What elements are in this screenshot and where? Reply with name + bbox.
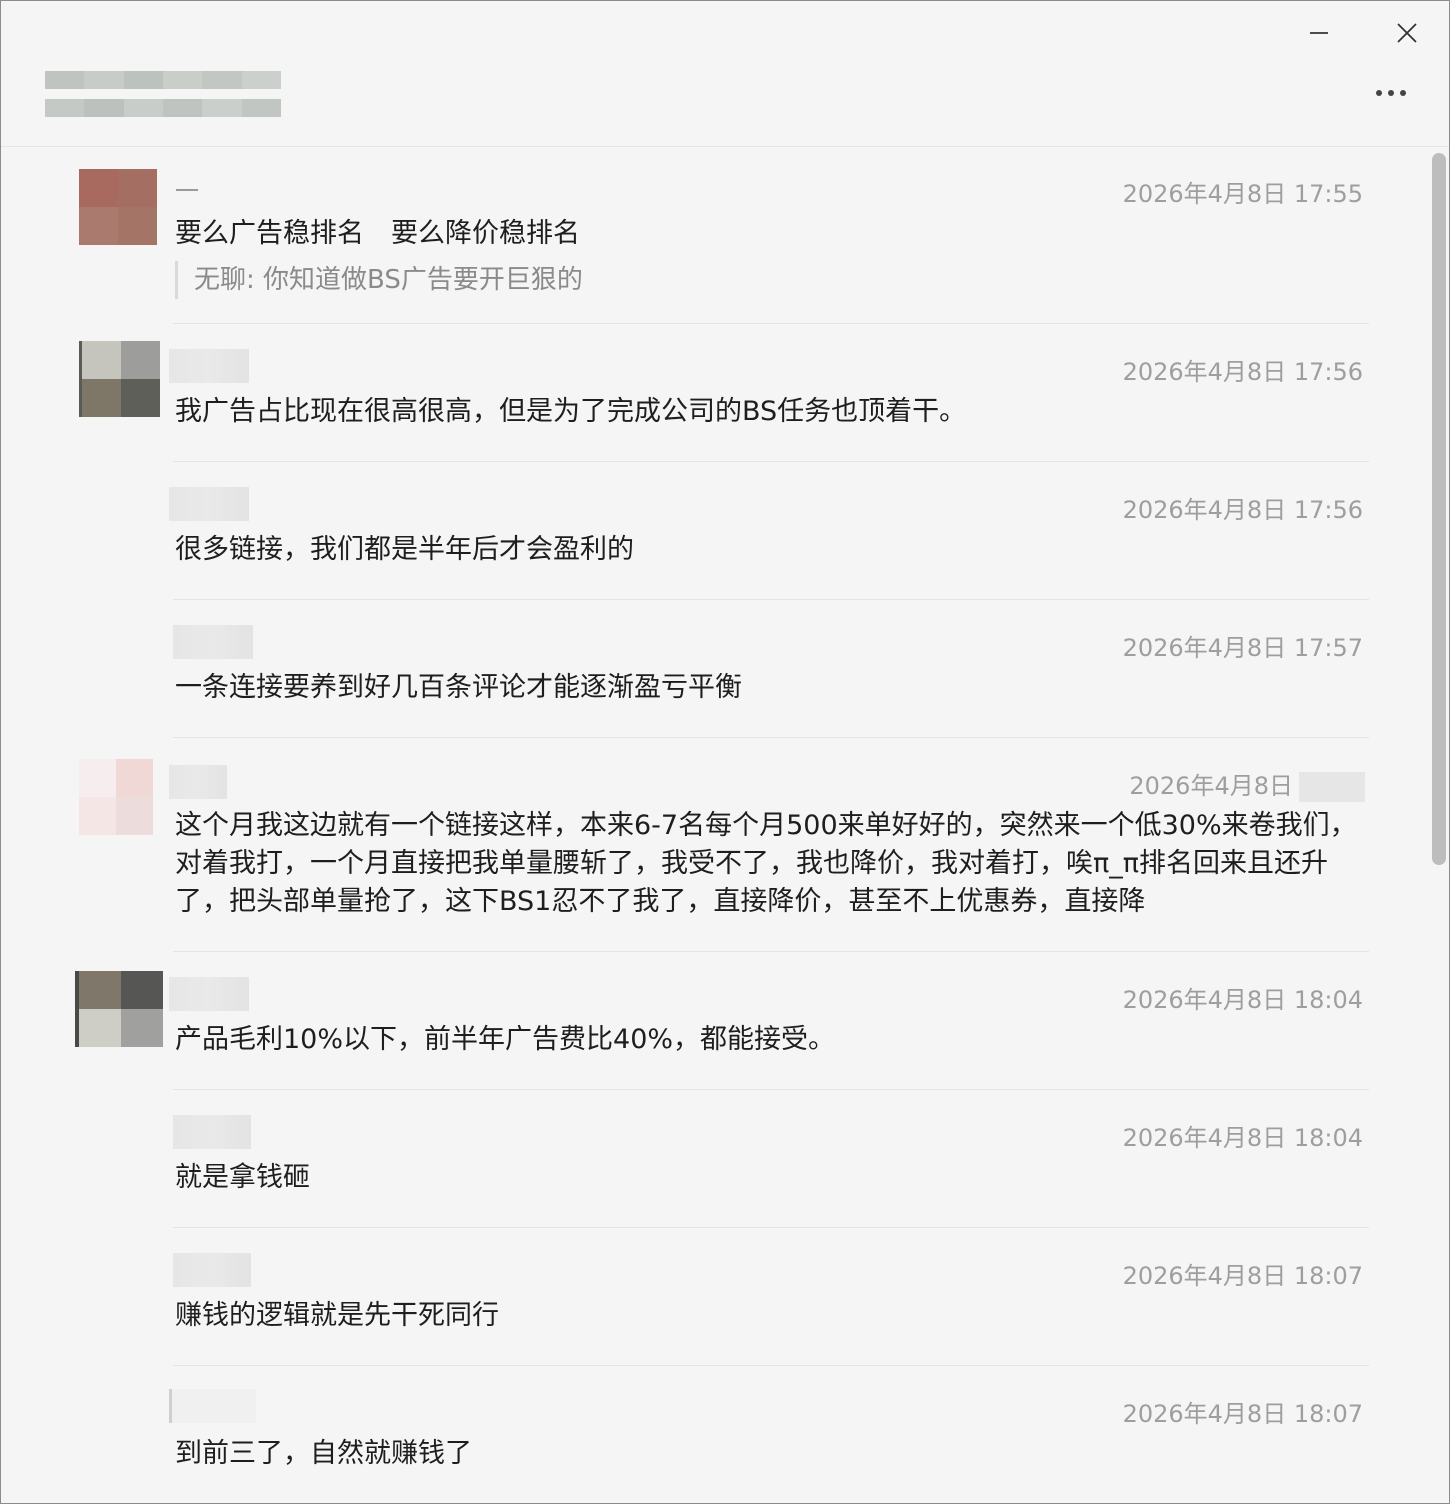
message-text: 赚钱的逻辑就是先干死同行	[175, 1300, 499, 1331]
avatar[interactable]	[75, 971, 163, 1047]
message-list[interactable]: 一 2026年4月8日 17:55 要么广告稳排名 要么降价稳排名 无聊: 你知…	[1, 147, 1431, 1503]
minimize-icon	[1310, 32, 1328, 34]
avatar[interactable]	[79, 341, 160, 417]
minimize-button[interactable]	[1301, 15, 1337, 51]
blurred-sender-name	[169, 349, 249, 383]
divider	[173, 1227, 1369, 1228]
divider	[173, 737, 1369, 738]
message-time: 2026年4月8日 17:57	[1122, 634, 1363, 662]
more-options-button[interactable]	[1365, 73, 1417, 113]
message-time: 2026年4月8日 18:07	[1122, 1262, 1363, 1290]
avatar[interactable]	[79, 759, 153, 835]
blurred-sender-name	[173, 625, 253, 659]
blurred-sender-name	[169, 977, 249, 1011]
message-text: 一条连接要养到好几百条评论才能逐渐盈亏平衡	[175, 672, 742, 703]
message-time: 2026年4月8日 17:56	[1122, 358, 1363, 386]
message-text: 很多链接，我们都是半年后才会盈利的	[175, 534, 634, 565]
title-bar	[1, 1, 1449, 147]
divider	[173, 323, 1369, 324]
message-time: 2026年4月8日 18:04	[1122, 1124, 1363, 1152]
divider	[173, 1089, 1369, 1090]
more-icon	[1376, 90, 1406, 96]
sender-name: 一	[175, 177, 199, 205]
message-text: 到前三了，自然就赚钱了	[175, 1438, 472, 1469]
message-text: 我广告占比现在很高很高，但是为了完成公司的BS任务也顶着干。	[175, 396, 967, 427]
blurred-time	[1299, 772, 1365, 802]
scrollbar-thumb[interactable]	[1432, 153, 1446, 865]
divider	[173, 1365, 1369, 1366]
message-time-row: 2026年4月8日	[1129, 766, 1365, 802]
message-time: 2026年4月8日 17:55	[1122, 180, 1363, 208]
message-time: 2026年4月8日 18:07	[1122, 1400, 1363, 1428]
avatar[interactable]	[79, 169, 157, 245]
vertical-scrollbar[interactable]	[1431, 149, 1449, 1503]
divider	[173, 461, 1369, 462]
blurred-sender-name	[169, 487, 249, 521]
blurred-sender-name	[173, 1115, 251, 1149]
message-time: 2026年4月8日	[1129, 772, 1293, 800]
divider	[173, 599, 1369, 600]
blurred-chat-title	[45, 71, 281, 117]
message-text: 就是拿钱砸	[175, 1162, 310, 1193]
blurred-sender-name	[169, 1389, 256, 1423]
divider	[173, 951, 1369, 952]
quoted-message[interactable]: 无聊: 你知道做BS广告要开巨狠的	[175, 261, 583, 299]
close-button[interactable]	[1389, 15, 1425, 51]
message-text: 这个月我这边就有一个链接这样，本来6-7名每个月500来单好好的，突然来一个低3…	[175, 810, 1357, 917]
close-icon	[1397, 23, 1417, 43]
message-text: 产品毛利10%以下，前半年广告费比40%，都能接受。	[175, 1024, 836, 1055]
chat-history-window: 一 2026年4月8日 17:55 要么广告稳排名 要么降价稳排名 无聊: 你知…	[0, 0, 1450, 1504]
message-text: 要么广告稳排名 要么降价稳排名	[175, 218, 580, 249]
blurred-sender-name	[173, 1253, 251, 1287]
blurred-sender-name	[169, 765, 227, 799]
message-time: 2026年4月8日 18:04	[1122, 986, 1363, 1014]
message-time: 2026年4月8日 17:56	[1122, 496, 1363, 524]
